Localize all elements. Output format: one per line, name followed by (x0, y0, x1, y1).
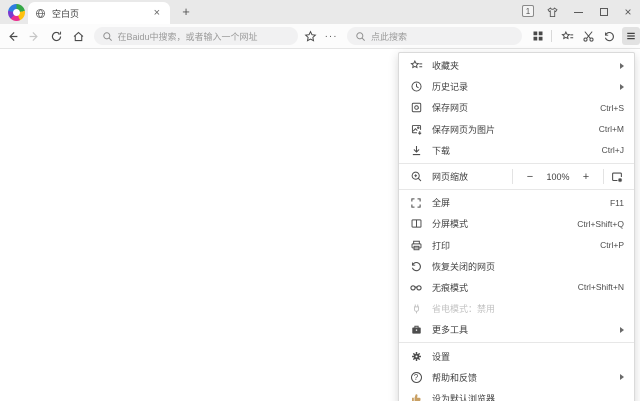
split-screen-icon (409, 217, 423, 231)
close-window-icon: × (624, 6, 631, 18)
search-box-input[interactable]: 点此搜索 (347, 27, 522, 45)
tab-blank-page[interactable]: 空白页 × (28, 2, 170, 24)
menu-item-page-zoom: 网页缩放 − 100% + (399, 166, 634, 187)
settings-gear-icon (409, 349, 423, 363)
forward-button[interactable] (26, 27, 44, 45)
save-image-icon (409, 122, 423, 136)
minimize-icon (574, 12, 583, 13)
submenu-arrow-icon (620, 84, 624, 90)
new-tab-button[interactable]: + (178, 4, 194, 20)
menu-separator (399, 342, 634, 343)
submenu-arrow-icon (620, 374, 624, 380)
zoom-out-button[interactable]: − (519, 171, 541, 183)
menu-separator (399, 163, 634, 164)
favorites-star-icon (409, 59, 423, 73)
maximize-button[interactable] (596, 4, 612, 20)
menu-item-settings[interactable]: 设置 (399, 345, 634, 366)
bookmark-star-button[interactable] (301, 27, 319, 45)
zoom-divider (603, 169, 604, 184)
menu-item-power-save-mode: 省电模式：禁用 (399, 298, 634, 319)
main-dropdown-menu: 收藏夹 历史记录 保存网页 Ctrl+S (398, 52, 635, 401)
history-clock-icon (409, 80, 423, 94)
menu-item-restore-closed-pages[interactable]: 恢复关闭的网页 (399, 256, 634, 277)
tab-title: 空白页 (52, 7, 151, 20)
help-question-icon: ? (409, 370, 423, 384)
download-icon (409, 143, 423, 157)
search-placeholder: 点此搜索 (371, 30, 407, 43)
menu-item-split-screen[interactable]: 分屏模式 Ctrl+Shift+Q (399, 213, 634, 234)
submenu-arrow-icon (620, 63, 624, 69)
zoom-level-value: 100% (541, 172, 575, 182)
menu-item-downloads[interactable]: 下载 Ctrl+J (399, 140, 634, 161)
profile-badge[interactable]: 1 (522, 5, 534, 17)
navigation-toolbar: 在Baidu中搜索，或者输入一个网址 ··· 点此搜索 (0, 24, 640, 49)
save-page-icon (409, 101, 423, 115)
home-button[interactable] (70, 27, 88, 45)
zoom-magnifier-icon (409, 170, 423, 184)
zoom-settings-icon[interactable] (610, 170, 624, 184)
toolbar-right-group (526, 27, 640, 45)
refresh-button[interactable] (48, 27, 66, 45)
menu-item-help-feedback[interactable]: ? 帮助和反馈 (399, 367, 634, 388)
minimize-button[interactable] (570, 4, 586, 20)
power-plug-icon (409, 302, 423, 316)
menu-item-save-page-as-image[interactable]: 保存网页为图片 Ctrl+M (399, 119, 634, 140)
fullscreen-icon (409, 196, 423, 210)
browser-window: 空白页 × + 1 × (0, 0, 640, 401)
menu-separator (399, 189, 634, 190)
search-icon (102, 31, 113, 42)
menu-item-fullscreen[interactable]: 全屏 F11 (399, 192, 634, 213)
title-bar: 空白页 × + 1 × (0, 0, 640, 24)
main-menu-button[interactable] (622, 27, 640, 45)
menu-item-more-tools[interactable]: 更多工具 (399, 319, 634, 340)
menu-item-favorites[interactable]: 收藏夹 (399, 55, 634, 76)
address-more-button[interactable]: ··· (322, 27, 340, 45)
incognito-glasses-icon (409, 280, 423, 294)
close-window-button[interactable]: × (620, 4, 636, 20)
address-placeholder: 在Baidu中搜索，或者输入一个网址 (118, 30, 258, 43)
menu-item-set-default-browser[interactable]: 设为默认浏览器 (399, 388, 634, 401)
printer-icon (409, 238, 423, 252)
tab-close-icon[interactable]: × (151, 7, 163, 20)
menu-item-history[interactable]: 历史记录 (399, 76, 634, 97)
search-icon (355, 31, 366, 42)
thumbs-up-icon (409, 391, 423, 401)
toolbox-briefcase-icon (409, 323, 423, 337)
browser-logo-icon (8, 4, 25, 21)
menu-item-incognito-mode[interactable]: 无痕模式 Ctrl+Shift+N (399, 277, 634, 298)
maximize-icon (600, 8, 608, 16)
back-button[interactable] (4, 27, 22, 45)
menu-item-print[interactable]: 打印 Ctrl+P (399, 235, 634, 256)
zoom-in-button[interactable]: + (575, 171, 597, 183)
apps-grid-button[interactable] (529, 27, 547, 45)
theme-skin-button[interactable] (544, 4, 560, 20)
menu-item-save-page[interactable]: 保存网页 Ctrl+S (399, 97, 634, 118)
zoom-divider (512, 169, 513, 184)
restore-undo-icon (409, 259, 423, 273)
favorites-list-button[interactable] (559, 27, 577, 45)
restore-undo-button[interactable] (601, 27, 619, 45)
address-bar-input[interactable]: 在Baidu中搜索，或者输入一个网址 (94, 27, 299, 45)
submenu-arrow-icon (620, 327, 624, 333)
screenshot-scissors-button[interactable] (580, 27, 598, 45)
globe-icon (35, 8, 46, 19)
toolbar-divider (551, 30, 552, 42)
